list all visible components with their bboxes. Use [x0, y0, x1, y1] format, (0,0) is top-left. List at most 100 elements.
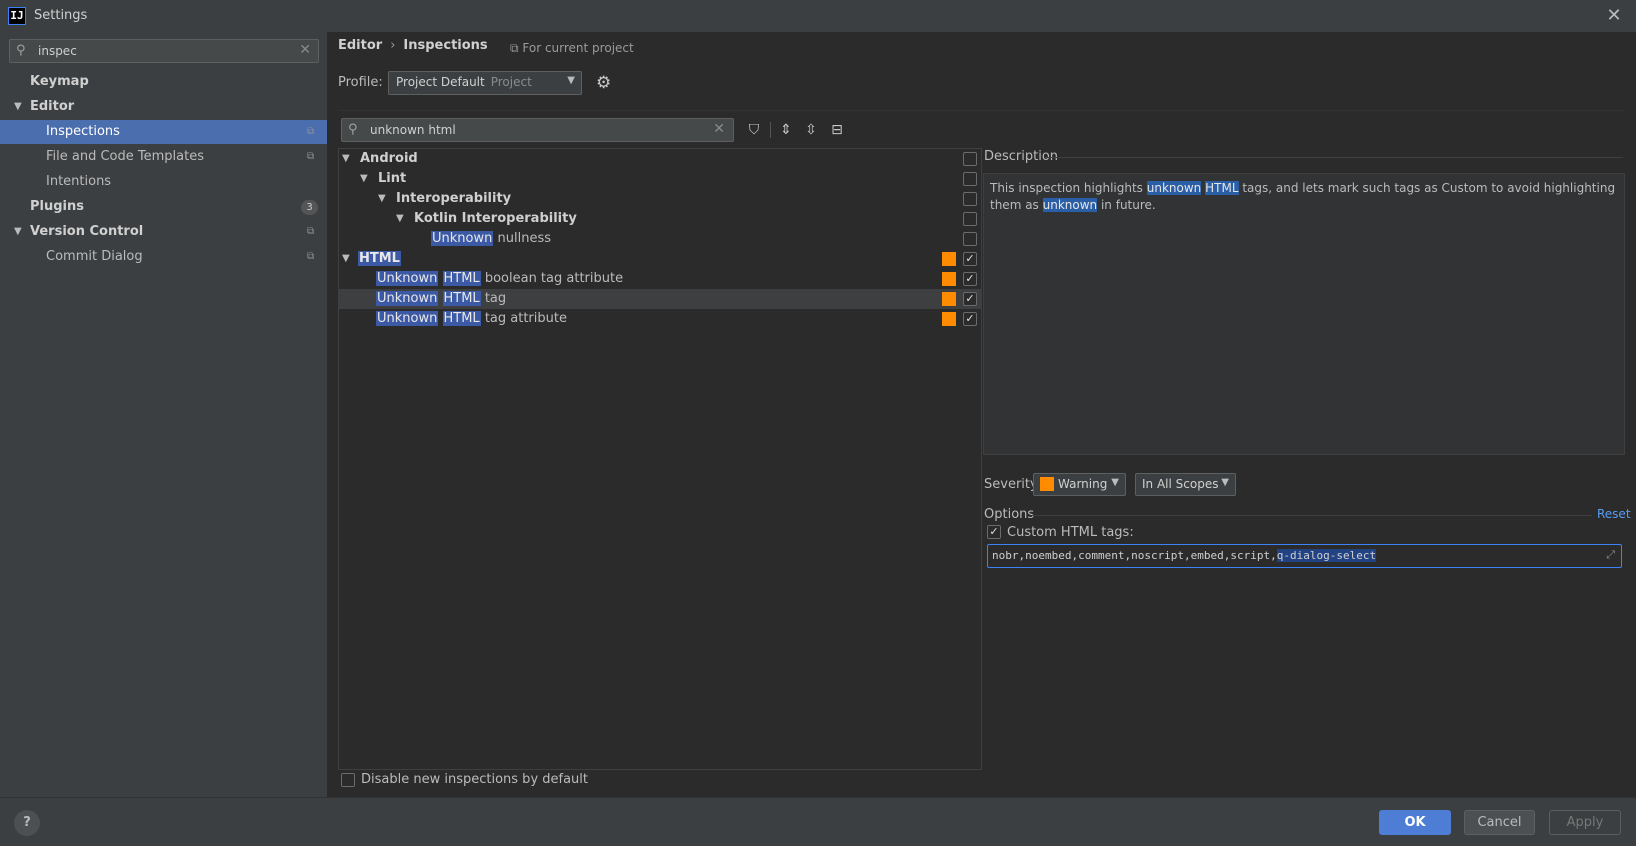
sidebar-item-keymap[interactable]: Keymap	[0, 70, 327, 94]
tree-row-interoperability[interactable]: ▼ Interoperability	[339, 189, 981, 209]
custom-tags-value: nobr,noembed,comment,noscript,embed,scri…	[992, 549, 1277, 562]
disable-new-inspections-checkbox[interactable]	[341, 773, 355, 787]
tree-label-rest: nullness	[497, 231, 552, 246]
tree-row-android[interactable]: ▼ Android	[339, 149, 981, 169]
expand-arrow-icon[interactable]: ▼	[342, 149, 350, 169]
enable-checkbox[interactable]: ✓	[963, 272, 977, 286]
breadcrumb-editor[interactable]: Editor	[338, 38, 382, 53]
cancel-button[interactable]: Cancel	[1464, 810, 1535, 835]
project-scope-icon: ⧉	[307, 126, 315, 137]
tree-row-kotlin-interoperability[interactable]: ▼ Kotlin Interoperability	[339, 209, 981, 229]
sidebar-item-label: Keymap	[30, 74, 89, 89]
search-highlight: HTML	[442, 311, 481, 326]
expand-arrow-icon[interactable]: ▼	[14, 95, 22, 119]
settings-search-value: inspec	[38, 44, 77, 58]
search-highlight: HTML	[442, 271, 481, 286]
enable-checkbox[interactable]: ✓	[963, 292, 977, 306]
settings-search-input[interactable]: ⚲ inspec ✕	[9, 39, 319, 63]
warning-severity-icon	[942, 292, 956, 306]
enable-checkbox[interactable]: ✓	[963, 252, 977, 266]
enable-checkbox[interactable]	[963, 192, 977, 206]
options-divider	[1032, 515, 1592, 516]
reset-link[interactable]: Reset	[1597, 507, 1631, 521]
expand-all-icon[interactable]: ⇕	[775, 119, 797, 141]
tree-row-html[interactable]: ▼ HTML ✓	[339, 249, 981, 269]
sidebar-item-version-control[interactable]: ▼ Version Control ⧉	[0, 220, 327, 244]
custom-tags-selected: q-dialog-select	[1276, 549, 1377, 562]
tree-label: Unknown nullness	[431, 229, 551, 249]
clear-search-icon[interactable]: ✕	[713, 121, 725, 137]
custom-html-tags-field[interactable]: nobr,noembed,comment,noscript,embed,scri…	[987, 544, 1622, 568]
custom-html-tags-label: Custom HTML tags:	[1007, 525, 1134, 540]
custom-html-tags-checkbox[interactable]: ✓	[987, 525, 1001, 539]
expand-arrow-icon[interactable]: ▼	[342, 249, 350, 269]
sidebar-item-label: Editor	[30, 99, 75, 114]
breadcrumb: Editor › Inspections	[338, 38, 488, 53]
sidebar-item-label: Commit Dialog	[46, 249, 143, 264]
description-divider	[1045, 157, 1623, 158]
chevron-down-icon: ▼	[567, 75, 575, 86]
expand-arrow-icon[interactable]: ▼	[14, 220, 22, 244]
expand-arrow-icon[interactable]: ▼	[396, 209, 404, 229]
expand-arrow-icon[interactable]: ▼	[378, 189, 386, 209]
enable-checkbox[interactable]	[963, 212, 977, 226]
tree-label: Unknown HTML boolean tag attribute	[376, 269, 623, 289]
tree-label: Lint	[378, 171, 407, 186]
sidebar-item-editor[interactable]: ▼ Editor	[0, 95, 327, 119]
tree-row-unknown-html-boolean-tag-attribute[interactable]: Unknown HTML boolean tag attribute ✓	[339, 269, 981, 289]
expand-field-icon[interactable]: ⤢	[1606, 548, 1615, 562]
sidebar-item-commit-dialog[interactable]: Commit Dialog ⧉	[0, 245, 327, 269]
sidebar-item-intentions[interactable]: Intentions	[0, 170, 327, 194]
tree-row-unknown-html-tag[interactable]: Unknown HTML tag ✓	[339, 289, 981, 309]
inspections-search-input[interactable]: ⚲ unknown html ✕	[341, 118, 734, 142]
tree-row-lint[interactable]: ▼ Lint	[339, 169, 981, 189]
ok-button[interactable]: OK	[1379, 810, 1451, 835]
search-highlight: HTML	[1205, 181, 1239, 195]
apply-button[interactable]: Apply	[1549, 810, 1621, 835]
help-button[interactable]: ?	[14, 810, 40, 836]
severity-dropdown[interactable]: Warning ▼	[1033, 473, 1126, 496]
gear-icon[interactable]: ⚙	[596, 73, 611, 93]
tree-label: HTML	[358, 249, 401, 269]
sidebar-item-inspections[interactable]: Inspections ⧉	[0, 120, 327, 144]
severity-value: Warning	[1058, 477, 1108, 491]
tree-label: Interoperability	[396, 191, 512, 206]
sidebar-item-plugins[interactable]: Plugins 3	[0, 195, 327, 219]
sidebar-item-label: Inspections	[46, 124, 120, 139]
profile-scope: Project	[490, 75, 532, 89]
tree-label-rest: tag	[484, 291, 507, 306]
profile-dropdown[interactable]: Project Default Project ▼	[388, 71, 582, 95]
tree-label-rest: tag attribute	[484, 311, 567, 326]
chevron-down-icon: ▼	[1221, 477, 1229, 488]
profile-label: Profile:	[338, 75, 383, 90]
close-window-button[interactable]: ✕	[1601, 3, 1627, 29]
search-highlight: Unknown	[376, 291, 439, 306]
enable-checkbox[interactable]	[963, 172, 977, 186]
project-scope-icon: ⧉	[510, 41, 523, 55]
clear-search-icon[interactable]: ✕	[299, 42, 311, 58]
filter-icon[interactable]: ⛉	[743, 119, 765, 141]
enable-checkbox[interactable]	[963, 152, 977, 166]
tree-row-unknown-html-tag-attribute[interactable]: Unknown HTML tag attribute ✓	[339, 309, 981, 329]
warning-severity-icon	[942, 272, 956, 286]
for-current-project-note: ⧉ For current project	[510, 41, 634, 56]
inspections-tree: ▼ Android ▼ Lint ▼ Interoperability ▼ Ko…	[338, 148, 982, 770]
chevron-down-icon: ▼	[1111, 477, 1119, 488]
sidebar-item-label: Plugins	[30, 199, 84, 214]
reset-to-empty-icon[interactable]: ⊟	[826, 119, 848, 141]
breadcrumb-separator: ›	[390, 38, 396, 53]
project-scope-icon: ⧉	[307, 251, 315, 262]
project-scope-icon: ⧉	[307, 151, 315, 162]
tree-row-unknown-nullness[interactable]: Unknown nullness	[339, 229, 981, 249]
enable-checkbox[interactable]: ✓	[963, 312, 977, 326]
search-highlight: Unknown	[376, 271, 439, 286]
warning-severity-icon	[942, 252, 956, 266]
expand-arrow-icon[interactable]: ▼	[360, 169, 368, 189]
warning-severity-icon	[1040, 477, 1054, 491]
tree-label: Kotlin Interoperability	[414, 211, 577, 226]
enable-checkbox[interactable]	[963, 232, 977, 246]
collapse-all-icon[interactable]: ⇳	[800, 119, 822, 141]
sidebar-item-file-and-code-templates[interactable]: File and Code Templates ⧉	[0, 145, 327, 169]
scope-dropdown[interactable]: In All Scopes ▼	[1135, 473, 1236, 496]
sidebar-item-label: Version Control	[30, 224, 144, 239]
